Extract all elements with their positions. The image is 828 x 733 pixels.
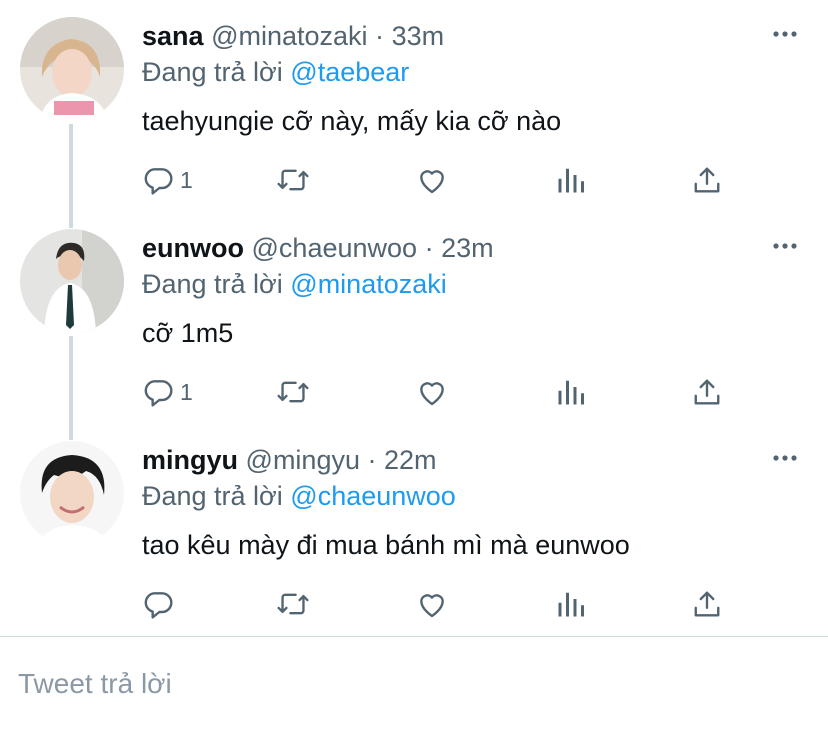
retweet-icon xyxy=(276,588,310,620)
share-icon xyxy=(692,164,722,196)
reply-icon xyxy=(142,588,174,620)
tweet-header: sana @minatozaki · 33m xyxy=(142,20,444,52)
analytics-icon xyxy=(556,165,586,195)
reply-input[interactable]: Tweet trả lời xyxy=(18,668,172,700)
like-button[interactable] xyxy=(416,160,448,200)
retweet-button[interactable] xyxy=(276,372,310,412)
user-handle[interactable]: @chaeunwoo xyxy=(252,233,418,263)
display-name[interactable]: eunwoo xyxy=(142,233,244,263)
reply-count: 1 xyxy=(180,167,193,193)
avatar[interactable] xyxy=(20,17,124,121)
retweet-button[interactable] xyxy=(276,160,310,200)
separator-dot: · xyxy=(424,233,434,263)
like-icon xyxy=(416,164,448,196)
more-icon[interactable] xyxy=(772,448,798,468)
analytics-button[interactable] xyxy=(556,372,586,412)
retweet-button[interactable] xyxy=(276,584,310,624)
reply-icon xyxy=(142,164,174,196)
analytics-button[interactable] xyxy=(556,584,586,624)
analytics-icon xyxy=(556,589,586,619)
user-handle[interactable]: @minatozaki xyxy=(211,21,367,51)
share-button[interactable] xyxy=(692,584,722,624)
user-handle[interactable]: @mingyu xyxy=(246,445,360,475)
reply-icon xyxy=(142,376,174,408)
retweet-icon xyxy=(276,376,310,408)
more-icon[interactable] xyxy=(772,24,798,44)
analytics-button[interactable] xyxy=(556,160,586,200)
like-icon xyxy=(416,588,448,620)
more-icon[interactable] xyxy=(772,236,798,256)
separator-dot: · xyxy=(375,21,385,51)
mention-link[interactable]: @minatozaki xyxy=(290,269,446,299)
share-icon xyxy=(692,376,722,408)
reply-button[interactable]: 1 xyxy=(142,372,193,412)
action-bar: 1 xyxy=(142,160,742,200)
like-icon xyxy=(416,376,448,408)
action-bar: 1 xyxy=(142,372,742,412)
like-button[interactable] xyxy=(416,584,448,624)
replying-prefix: Đang trả lời xyxy=(142,57,283,87)
retweet-icon xyxy=(276,164,310,196)
divider xyxy=(0,636,828,637)
action-bar xyxy=(142,584,742,624)
mention-link[interactable]: @chaeunwoo xyxy=(290,481,456,511)
timestamp[interactable]: 33m xyxy=(392,21,445,51)
avatar[interactable] xyxy=(20,229,124,333)
analytics-icon xyxy=(556,377,586,407)
replying-to: Đang trả lời @taebear xyxy=(142,56,409,88)
share-button[interactable] xyxy=(692,160,722,200)
tweet[interactable]: mingyu @mingyu · 22m Đang trả lời @chaeu… xyxy=(0,424,828,636)
separator-dot: · xyxy=(367,445,377,475)
tweet-text: taehyungie cỡ này, mấy kia cỡ nào xyxy=(142,106,562,136)
replying-to: Đang trả lời @chaeunwoo xyxy=(142,480,456,512)
replying-prefix: Đang trả lời xyxy=(142,269,283,299)
replying-to: Đang trả lời @minatozaki xyxy=(142,268,447,300)
reply-button[interactable]: 1 xyxy=(142,160,193,200)
tweet-text: cỡ 1m5 xyxy=(142,318,234,348)
avatar[interactable] xyxy=(20,441,124,545)
tweet-text: tao kêu mày đi mua bánh mì mà eunwoo xyxy=(142,530,630,560)
replying-prefix: Đang trả lời xyxy=(142,481,283,511)
reply-count: 1 xyxy=(180,379,193,405)
display-name[interactable]: mingyu xyxy=(142,445,238,475)
tweet-header: eunwoo @chaeunwoo · 23m xyxy=(142,232,494,264)
display-name[interactable]: sana xyxy=(142,21,204,51)
share-icon xyxy=(692,588,722,620)
reply-button[interactable] xyxy=(142,584,180,624)
tweet-header: mingyu @mingyu · 22m xyxy=(142,444,437,476)
mention-link[interactable]: @taebear xyxy=(290,57,409,87)
tweet[interactable]: sana @minatozaki · 33m Đang trả lời @tae… xyxy=(0,0,828,212)
share-button[interactable] xyxy=(692,372,722,412)
like-button[interactable] xyxy=(416,372,448,412)
tweet[interactable]: eunwoo @chaeunwoo · 23m Đang trả lời @mi… xyxy=(0,212,828,424)
timestamp[interactable]: 22m xyxy=(384,445,437,475)
timestamp[interactable]: 23m xyxy=(441,233,494,263)
